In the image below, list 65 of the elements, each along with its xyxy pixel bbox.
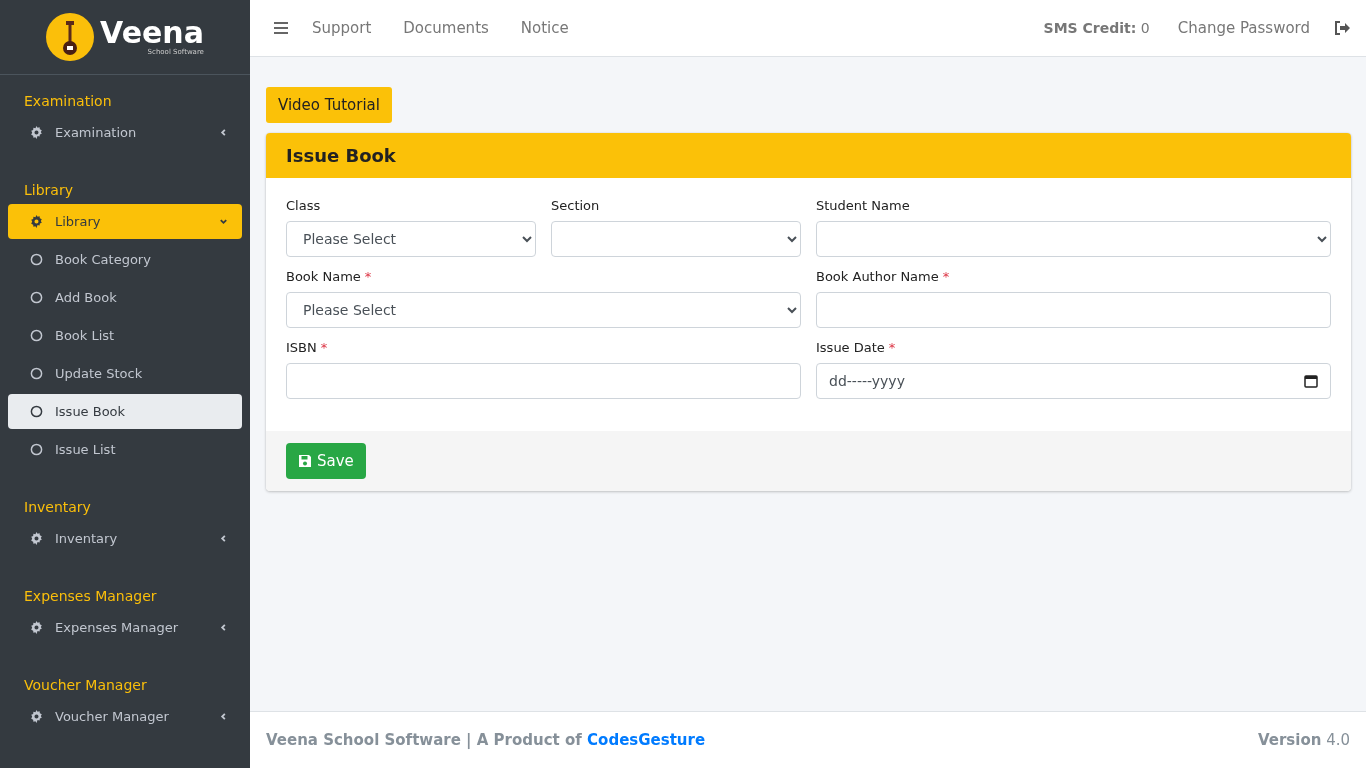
field-label: Section [551,198,600,213]
chevron-left-icon [219,534,228,543]
field-label: Issue Date [816,340,885,355]
section-heading: Inventary [23,498,92,517]
change-password-link[interactable]: Change Password [1177,19,1310,37]
select-field[interactable] [551,221,801,257]
gear-icon [30,532,43,545]
circle-icon [30,329,43,342]
sms-credit-text: SMS Credit: 0 [1043,20,1150,36]
section-heading: Examination [23,92,113,111]
circle-icon [30,367,43,380]
field-label: ISBN [286,340,317,355]
select-field[interactable]: Please Select [286,292,801,328]
nav-link[interactable]: Notice [520,19,569,37]
date-field[interactable]: dd-----yyyy [816,363,1331,399]
section-heading: Voucher Manager [23,676,148,695]
veena-instrument-logo-icon [46,13,95,61]
select-field[interactable]: Please Select [286,221,536,257]
menu-item[interactable]: Library [8,204,242,239]
footer-text: Veena School Software | A Product of CodesGesture [266,731,706,749]
nav-link[interactable]: Documents [403,19,489,37]
menu-item[interactable]: Voucher Manager [8,699,242,734]
field-label: Book Name [286,269,361,284]
circle-icon [30,253,43,266]
required-mark: * [942,269,950,284]
select-field[interactable] [816,221,1331,257]
gear-icon [30,126,43,139]
logo-name: Veena [100,18,204,48]
field-label: Student Name [816,198,910,213]
menu-icon[interactable] [274,22,288,34]
field-label: Book Author Name [816,269,939,284]
menu-item[interactable]: Inventary [8,521,242,556]
required-mark: * [320,340,328,355]
circle-icon [30,405,43,418]
section-heading: Library [23,181,74,200]
submenu-item[interactable]: Book List [8,318,242,353]
required-mark: * [364,269,372,284]
submenu-item[interactable]: Update Stock [8,356,242,391]
chevron-down-icon [219,217,228,226]
submenu-item[interactable]: Add Book [8,280,242,315]
logout-icon[interactable] [1334,21,1350,35]
field-label: Class [286,198,321,213]
calendar-icon[interactable] [1304,374,1318,388]
chevron-left-icon [219,712,228,721]
card-title: Issue Book [286,145,396,166]
version-text: Version 4.0 [1257,731,1350,749]
menu-item[interactable]: Expenses Manager [8,610,242,645]
footer-link[interactable]: CodesGesture [587,731,706,749]
menu-item[interactable]: Examination [8,115,242,150]
input-field[interactable] [286,363,801,399]
nav-link[interactable]: Support [312,19,372,37]
gear-icon [30,215,43,228]
gear-icon [30,621,43,634]
chevron-left-icon [219,623,228,632]
input-field[interactable] [816,292,1331,328]
submenu-item[interactable]: Issue List [8,432,242,467]
submenu-item[interactable]: Issue Book [8,394,242,429]
gear-icon [30,710,43,723]
section-heading: Expenses Manager [23,587,158,606]
circle-icon [30,443,43,456]
submenu-item[interactable]: Book Category [8,242,242,277]
required-mark: * [888,340,896,355]
video-tutorial-button[interactable]: Video Tutorial [266,87,392,123]
chevron-left-icon [219,128,228,137]
circle-icon [30,291,43,304]
